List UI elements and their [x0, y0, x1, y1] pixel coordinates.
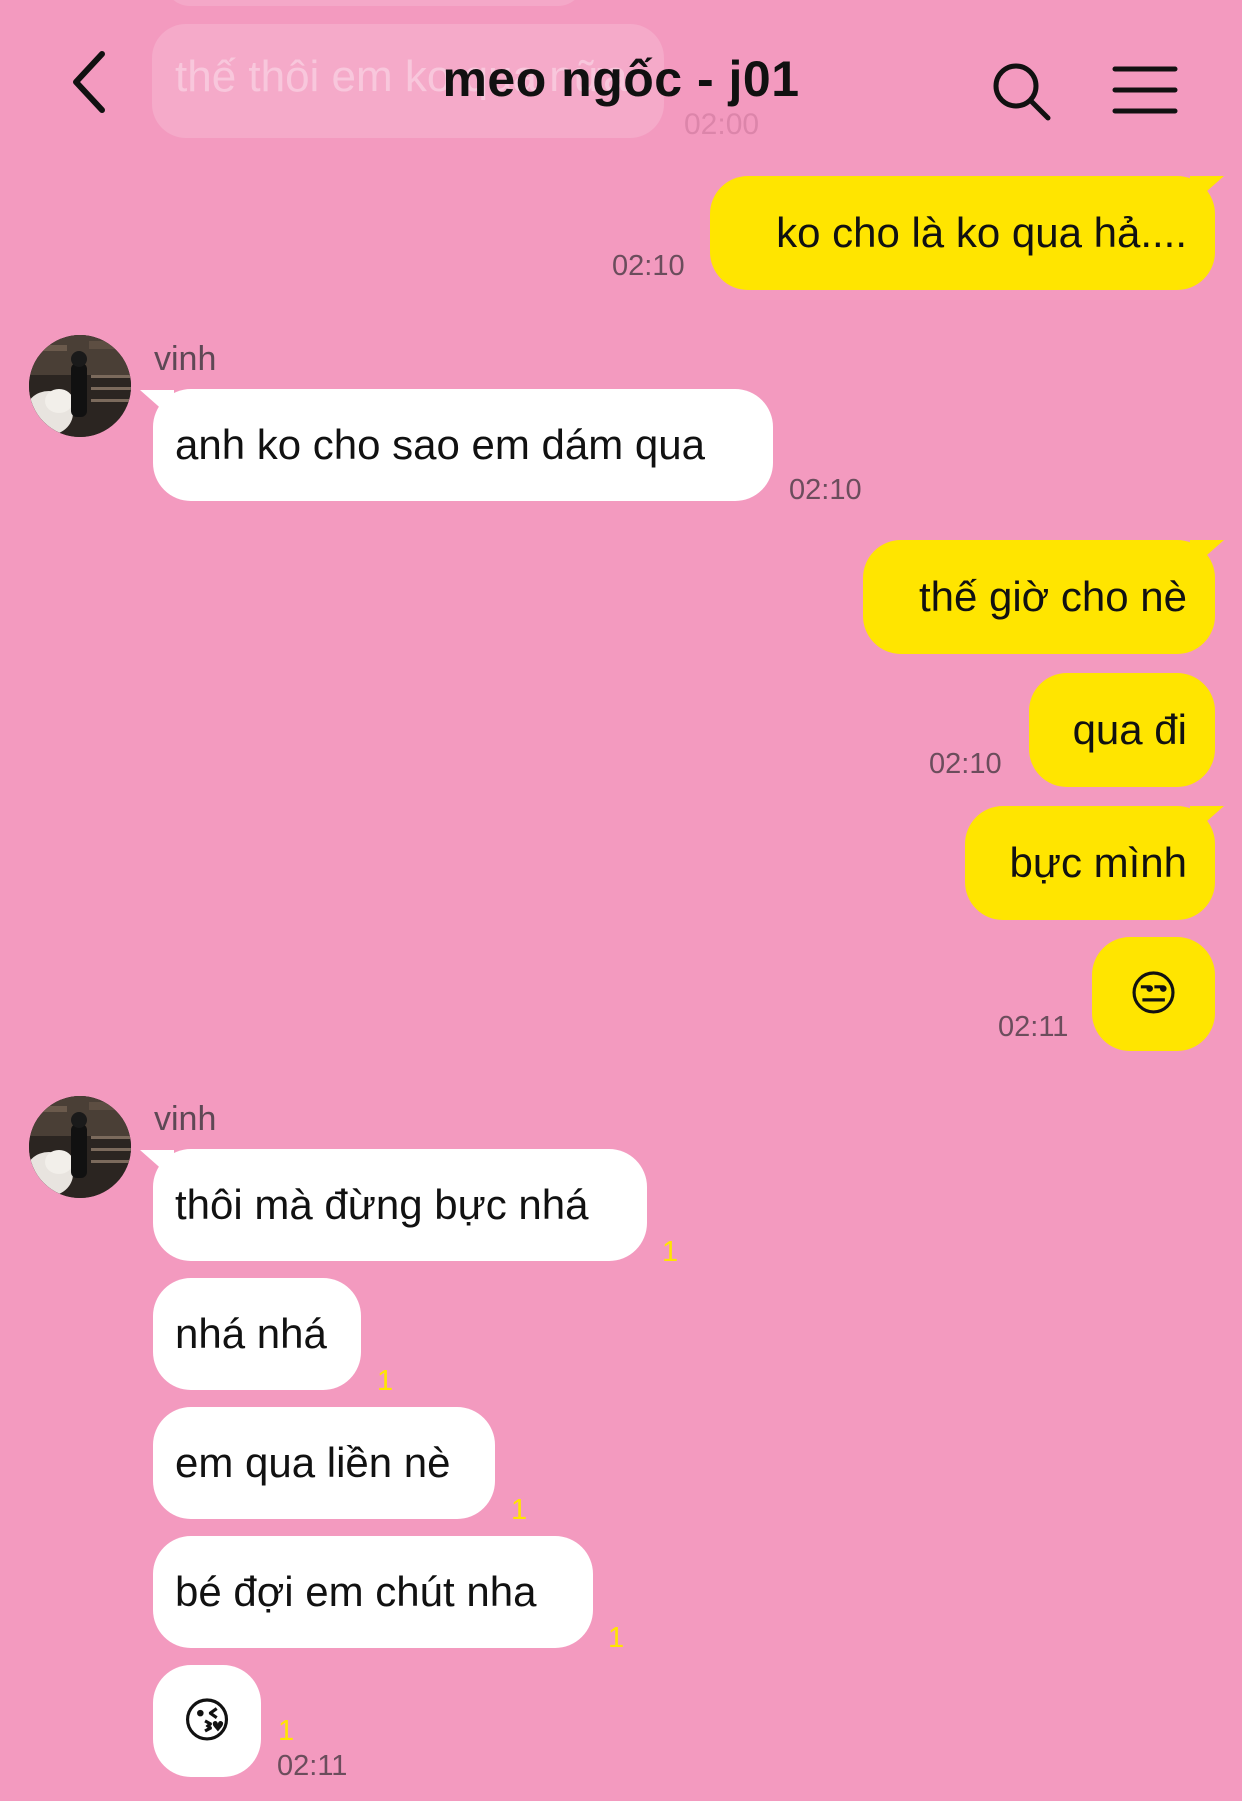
- chat-header: meo ngốc - j01: [0, 0, 1242, 160]
- incoming-message-bubble[interactable]: em qua liền nè: [153, 1407, 495, 1519]
- incoming-message-bubble[interactable]: anh ko cho sao em dám qua: [153, 389, 773, 501]
- message-text: thế giờ cho nè: [918, 573, 1187, 620]
- unread-count: 1: [278, 1715, 295, 1747]
- incoming-message-bubble[interactable]: bé đợi em chút nha: [153, 1536, 593, 1648]
- incoming-message-bubble[interactable]: thôi mà đừng bực nhá: [153, 1149, 647, 1261]
- message-time: 02:10: [929, 748, 1002, 780]
- unread-count: 1: [377, 1365, 394, 1397]
- message-text: thôi mà đừng bực nhá: [175, 1181, 589, 1228]
- search-icon: [993, 63, 1051, 121]
- menu-button[interactable]: [1112, 64, 1178, 116]
- incoming-message-bubble[interactable]: 😘: [153, 1665, 261, 1777]
- message-time: 02:11: [998, 1011, 1069, 1043]
- avatar[interactable]: [29, 335, 131, 437]
- sender-name: vinh: [154, 1100, 217, 1138]
- chevron-left-icon: [73, 51, 105, 113]
- back-button[interactable]: [64, 44, 124, 120]
- message-text: nhá nhá: [175, 1310, 327, 1357]
- unread-count: 1: [662, 1236, 679, 1268]
- message-text: ko cho là ko qua hả....: [776, 209, 1187, 256]
- message-text: em qua liền nè: [175, 1439, 451, 1486]
- avatar[interactable]: [29, 1096, 131, 1198]
- message-time: 02:10: [789, 474, 862, 506]
- outgoing-message-bubble[interactable]: thế giờ cho nè: [863, 540, 1215, 654]
- hamburger-menu-icon: [1112, 66, 1178, 114]
- outgoing-message-bubble[interactable]: qua đi: [1029, 673, 1215, 787]
- outgoing-message-bubble[interactable]: bực mình: [965, 806, 1215, 920]
- message-text: bực mình: [1009, 839, 1187, 886]
- chat-title: meo ngốc - j01: [442, 51, 800, 107]
- unread-count: 1: [608, 1622, 625, 1654]
- search-button[interactable]: [990, 60, 1054, 124]
- message-text: qua đi: [1072, 706, 1187, 753]
- message-time: 02:10: [612, 250, 685, 282]
- kissing-face-emoji: 😘: [181, 1693, 233, 1749]
- unamused-face-emoji: 😒: [1128, 966, 1179, 1022]
- chat-screen: thế thôi em ko qua nữa 02:00 meo ngốc - …: [0, 0, 1242, 1801]
- message-text: anh ko cho sao em dám qua: [175, 421, 706, 468]
- incoming-message-bubble[interactable]: nhá nhá: [153, 1278, 361, 1390]
- outgoing-message-bubble[interactable]: ko cho là ko qua hả....: [710, 176, 1215, 290]
- unread-count: 1: [511, 1494, 528, 1526]
- sender-name: vinh: [154, 340, 217, 378]
- message-text: bé đợi em chút nha: [175, 1568, 537, 1615]
- message-time: 02:11: [277, 1750, 348, 1782]
- avatar-photo: [29, 1096, 131, 1198]
- outgoing-message-bubble[interactable]: 😒: [1092, 937, 1215, 1051]
- avatar-photo: [29, 335, 131, 437]
